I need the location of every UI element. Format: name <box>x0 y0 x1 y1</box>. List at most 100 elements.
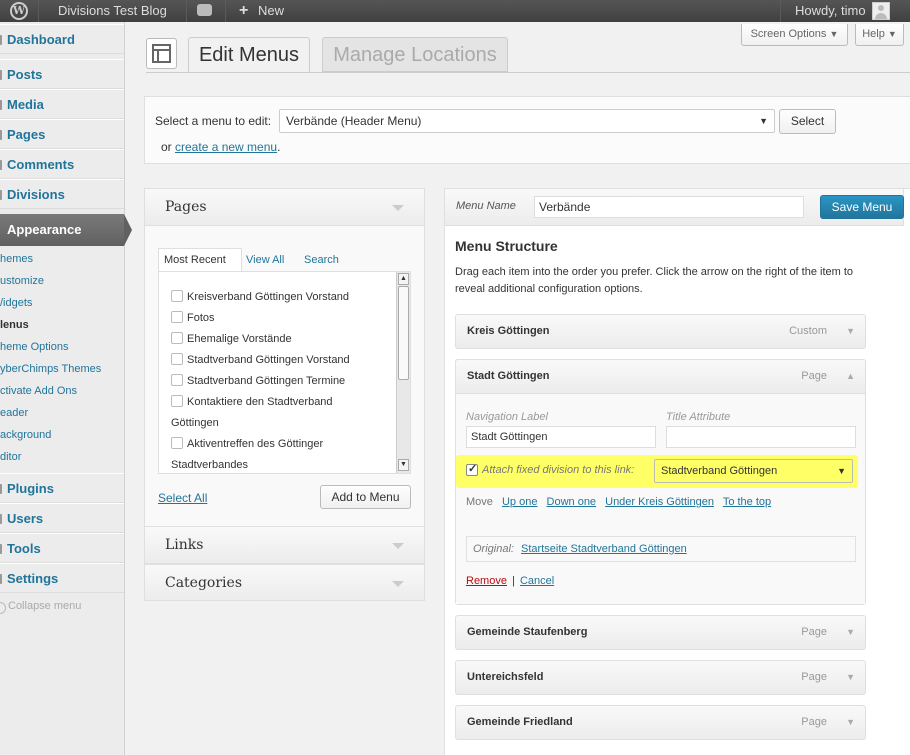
submenu-widgets[interactable]: /idgets <box>0 292 124 314</box>
submenu-cyberchimps-themes[interactable]: yberChimps Themes <box>0 358 124 380</box>
sidebar-item-users[interactable]: Users <box>0 503 124 533</box>
sidebar-item-comments[interactable]: Comments <box>0 149 124 179</box>
chevron-down-icon[interactable]: ▼ <box>846 627 855 637</box>
move-to-top-link[interactable]: To the top <box>723 496 771 508</box>
toggle-arrow-icon[interactable] <box>392 543 404 549</box>
move-down-one-link[interactable]: Down one <box>547 496 597 508</box>
sidebar-item-media[interactable]: Media <box>0 89 124 119</box>
menu-item-kreis-goettingen[interactable]: Kreis Göttingen Custom ▼ <box>455 314 866 349</box>
site-name-link[interactable]: Divisions Test Blog <box>58 0 167 22</box>
sidebar-item-dashboard[interactable]: Dashboard <box>0 24 124 54</box>
division-select[interactable]: Stadtverband Göttingen ▼ <box>654 459 853 483</box>
page-checkbox[interactable] <box>171 353 183 365</box>
navigation-label-input[interactable]: Stadt Göttingen <box>466 426 656 448</box>
chevron-up-icon[interactable]: ▲ <box>846 371 855 381</box>
sidebar-item-tools[interactable]: Tools <box>0 533 124 563</box>
plus-icon: + <box>239 2 249 19</box>
menu-select-dropdown[interactable]: Verbände (Header Menu) ▼ <box>279 109 775 133</box>
collapse-menu-button[interactable]: Collapse menu <box>0 600 81 614</box>
page-checkbox[interactable] <box>171 332 183 344</box>
menu-editor-header: Menu Name Verbände Save Menu <box>444 188 904 226</box>
checklist-scrollbar[interactable]: ▲ ▼ <box>396 272 410 473</box>
submenu-themes[interactable]: hemes <box>0 248 124 270</box>
sidebar-item-label: Users <box>7 511 44 526</box>
save-menu-button[interactable]: Save Menu <box>820 195 904 219</box>
submenu-theme-options[interactable]: heme Options <box>0 336 124 358</box>
menu-item-title: Kreis Göttingen <box>467 325 550 337</box>
tab-edit-menus[interactable]: Edit Menus <box>188 37 310 73</box>
cancel-item-link[interactable]: Cancel <box>520 575 554 587</box>
submenu-editor[interactable]: ditor <box>0 446 124 468</box>
chevron-down-icon[interactable]: ▼ <box>846 672 855 682</box>
menu-item-title: Gemeinde Staufenberg <box>467 626 588 638</box>
screen-options-button[interactable]: Screen Options ▼ <box>741 24 848 46</box>
menu-item-untereichsfeld[interactable]: Untereichsfeld Page ▼ <box>455 660 866 695</box>
sidebar-item-label: Settings <box>7 571 59 586</box>
toggle-arrow-icon[interactable] <box>392 581 404 587</box>
sidebar-item-pages[interactable]: Pages <box>0 119 124 149</box>
pages-icon <box>0 130 2 140</box>
categories-metabox[interactable]: Categories <box>144 564 425 601</box>
sidebar-item-label: Comments <box>7 157 75 172</box>
submenu-menus[interactable]: lenus <box>0 314 124 336</box>
attach-division-label: Attach fixed division to this link: <box>482 464 635 476</box>
submenu-background[interactable]: ackground <box>0 424 124 446</box>
tab-search[interactable]: Search <box>304 254 339 266</box>
menu-item-title: Untereichsfeld <box>467 671 544 683</box>
remove-item-link[interactable]: Remove <box>466 575 507 587</box>
menu-item-gemeinde-friedland[interactable]: Gemeinde Friedland Page ▼ <box>455 705 866 740</box>
chevron-down-icon[interactable]: ▼ <box>846 717 855 727</box>
links-metabox[interactable]: Links <box>144 527 425 564</box>
pages-metabox-header[interactable]: Pages <box>145 189 424 226</box>
menus-page-icon <box>146 38 177 69</box>
move-under-link[interactable]: Under Kreis Göttingen <box>605 496 714 508</box>
page-checkbox[interactable] <box>171 374 183 386</box>
menu-item-stadt-goettingen[interactable]: Stadt Göttingen Page ▲ <box>455 359 866 394</box>
submenu-customize[interactable]: ustomize <box>0 270 124 292</box>
original-page-link[interactable]: Startseite Stadtverband Göttingen <box>521 543 687 555</box>
comments-icon <box>0 160 2 170</box>
page-checkbox[interactable] <box>171 290 183 302</box>
title-attribute-input[interactable] <box>666 426 856 448</box>
move-up-one-link[interactable]: Up one <box>502 496 537 508</box>
tab-manage-locations[interactable]: Manage Locations <box>322 37 508 72</box>
manage-menus-box: Select a menu to edit: Verbände (Header … <box>144 96 910 164</box>
checkmark-icon: ✓ <box>468 463 478 475</box>
sidebar-item-settings[interactable]: Settings <box>0 563 124 593</box>
page-checkbox[interactable] <box>171 437 183 449</box>
new-content-link[interactable]: New <box>258 0 284 22</box>
toggle-arrow-icon[interactable] <box>392 205 404 211</box>
chevron-down-icon[interactable]: ▼ <box>846 326 855 336</box>
scroll-thumb[interactable] <box>398 286 409 380</box>
tab-view-all[interactable]: View All <box>246 254 284 266</box>
menu-name-input[interactable]: Verbände <box>534 196 804 218</box>
submenu-activate-add-ons[interactable]: ctivate Add Ons <box>0 380 124 402</box>
sidebar-item-appearance[interactable]: Appearance <box>0 214 132 246</box>
sidebar-item-divisions[interactable]: Divisions <box>0 179 124 209</box>
item-actions: Remove | Cancel <box>466 575 554 587</box>
title-attribute-label: Title Attribute <box>666 411 731 423</box>
submenu-header[interactable]: eader <box>0 402 124 424</box>
scroll-down-icon[interactable]: ▼ <box>398 459 409 471</box>
move-links: Move Up one Down one Under Kreis Götting… <box>466 496 771 508</box>
menu-item-gemeinde-staufenberg[interactable]: Gemeinde Staufenberg Page ▼ <box>455 615 866 650</box>
sidebar-item-posts[interactable]: Posts <box>0 59 124 89</box>
select-menu-button[interactable]: Select <box>779 109 836 134</box>
add-to-menu-button[interactable]: Add to Menu <box>320 485 411 509</box>
sidebar-item-plugins[interactable]: Plugins <box>0 473 124 503</box>
tab-most-recent[interactable]: Most Recent <box>158 248 242 272</box>
select-all-link[interactable]: Select All <box>158 491 207 505</box>
create-new-menu-link[interactable]: create a new menu <box>175 140 277 154</box>
navigation-label-label: Navigation Label <box>466 411 548 423</box>
scroll-up-icon[interactable]: ▲ <box>398 273 409 285</box>
avatar-icon[interactable] <box>872 2 890 20</box>
menu-structure-desc-1: Drag each item into the order you prefer… <box>455 266 854 278</box>
wordpress-logo-icon[interactable]: W <box>10 2 28 20</box>
divider <box>38 0 39 22</box>
page-checkbox[interactable] <box>171 311 183 323</box>
help-button[interactable]: Help ▼ <box>855 24 904 46</box>
comment-bubble-icon[interactable] <box>197 4 212 16</box>
page-checkbox[interactable] <box>171 395 183 407</box>
attach-division-checkbox[interactable]: ✓ <box>466 463 478 476</box>
howdy-account-link[interactable]: Howdy, timo <box>795 0 866 22</box>
